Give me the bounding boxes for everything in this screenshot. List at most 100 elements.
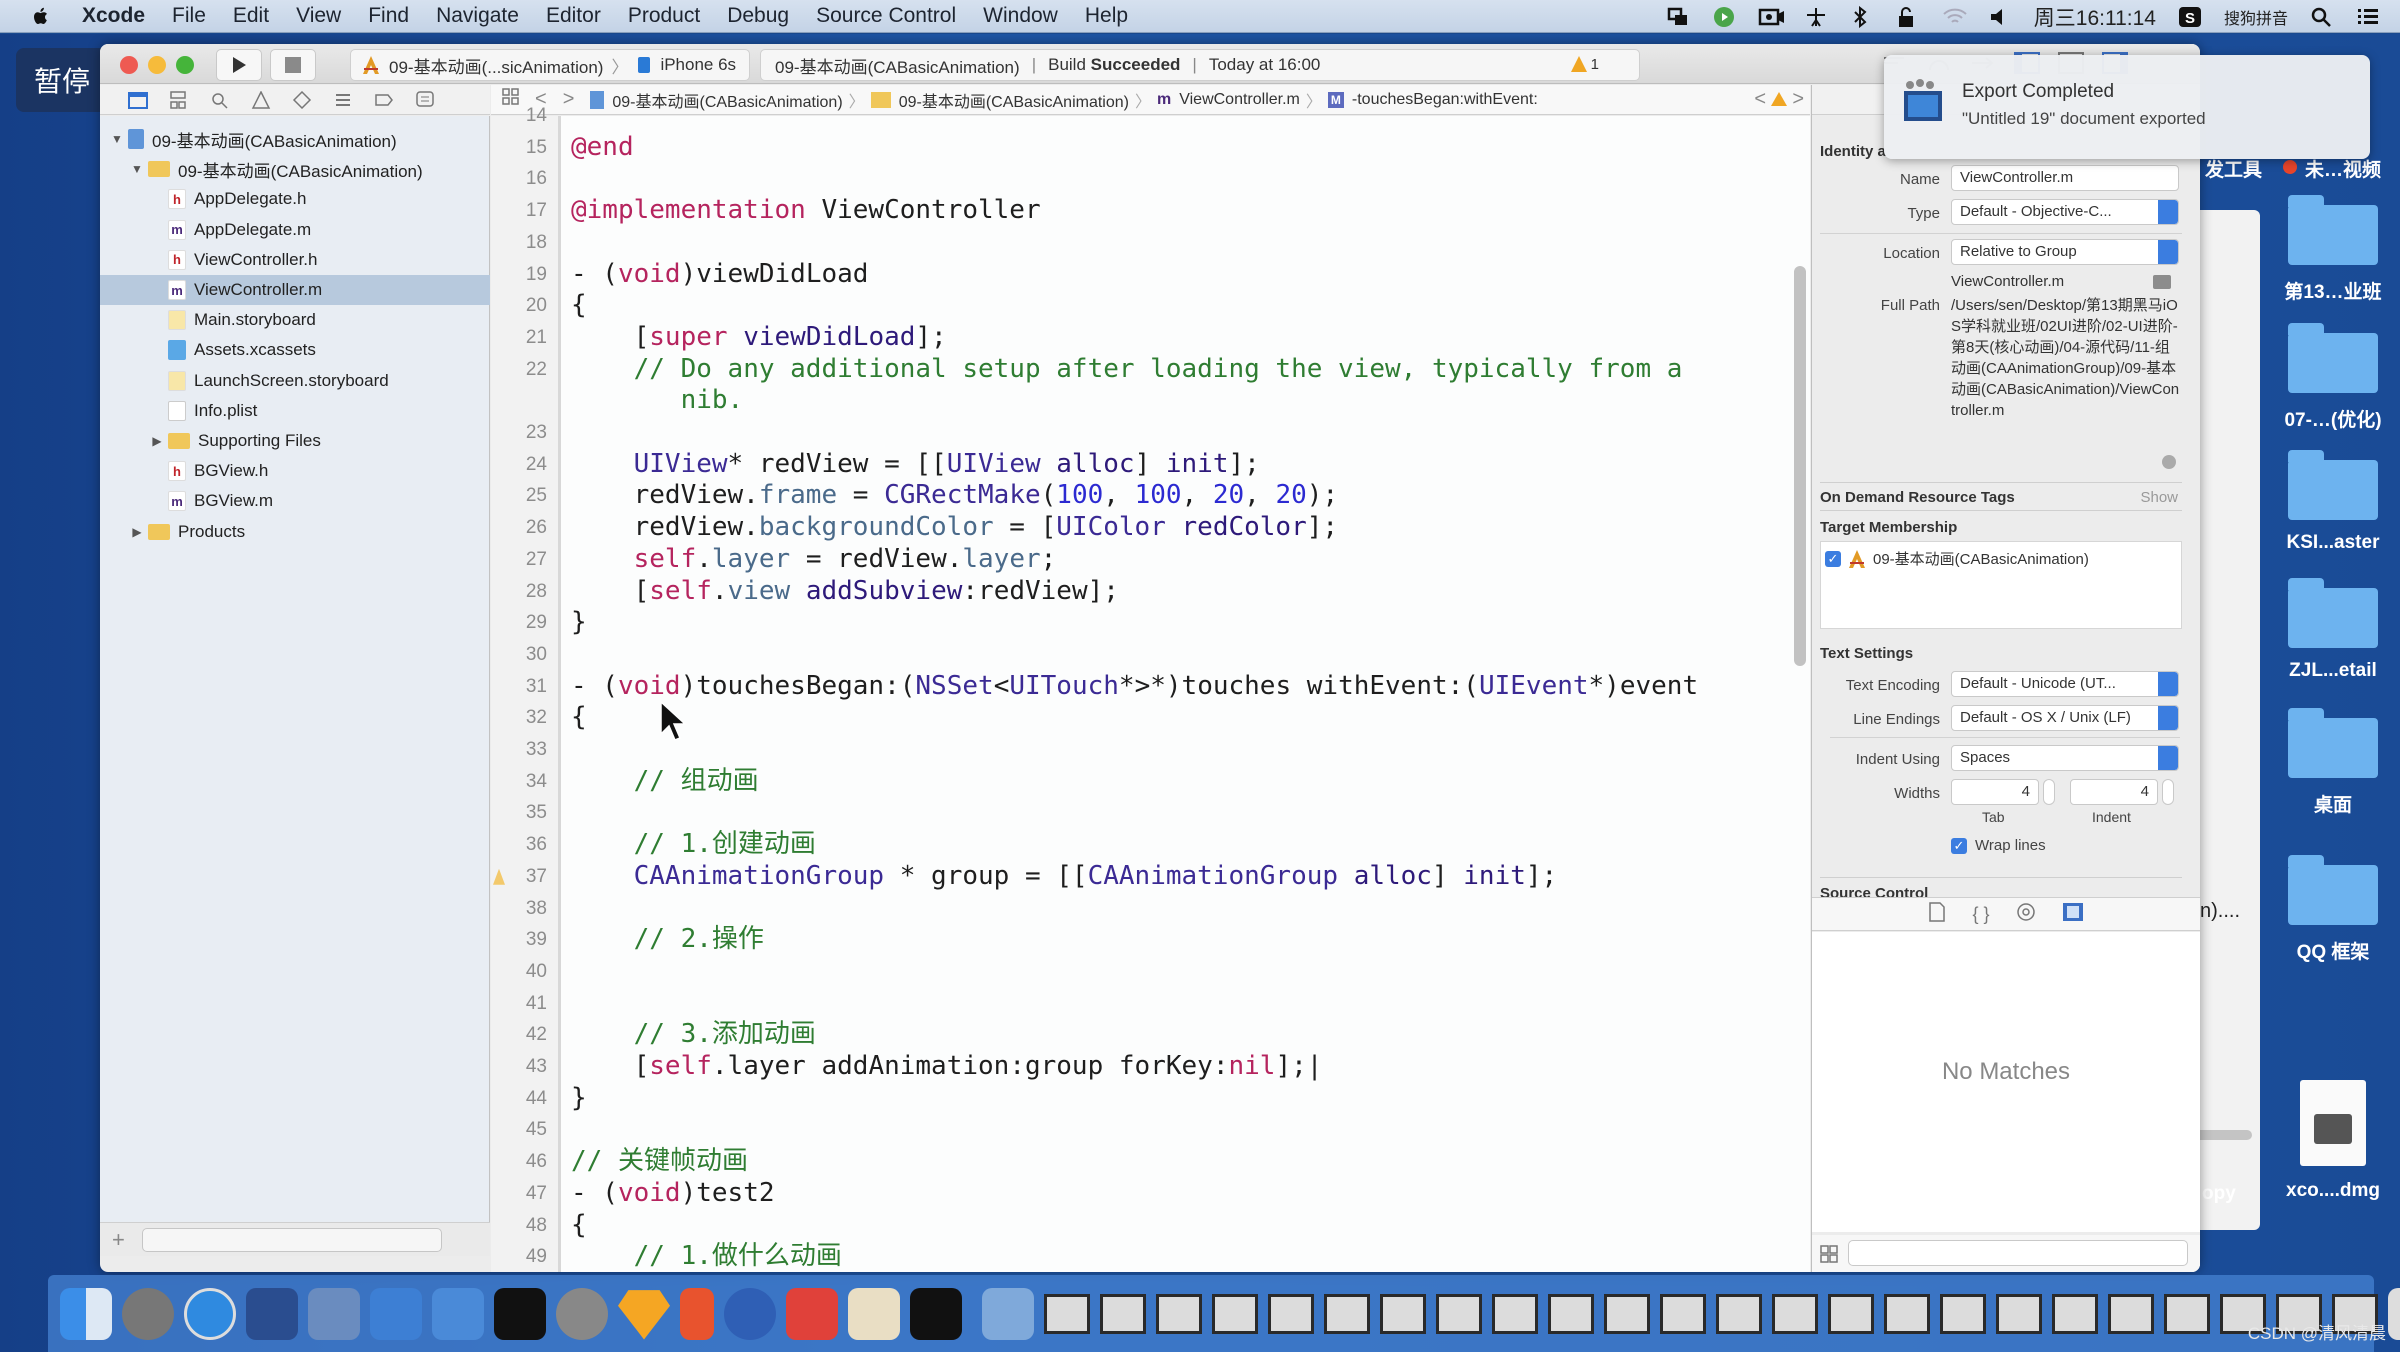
minimized-window[interactable] — [1212, 1293, 1258, 1334]
minimized-window[interactable] — [2052, 1293, 2098, 1334]
type-select[interactable]: Default - Objective-C... — [1951, 199, 2179, 225]
menu-view[interactable]: View — [296, 4, 341, 28]
minimized-window[interactable] — [1324, 1293, 1370, 1334]
add-file-button[interactable]: + — [112, 1227, 125, 1253]
code-line[interactable]: - (void)test2 — [571, 1178, 775, 1209]
menu-file[interactable]: File — [172, 4, 206, 28]
project-navigator-icon[interactable] — [128, 91, 148, 109]
minimized-window[interactable] — [2164, 1293, 2210, 1334]
forward-button[interactable]: > — [563, 88, 575, 111]
safari-icon[interactable] — [184, 1287, 236, 1340]
navigator-item[interactable]: h AppDelegate.h — [100, 184, 490, 214]
code-line[interactable]: @implementation ViewController — [571, 195, 1041, 226]
menu-help[interactable]: Help — [1085, 4, 1128, 28]
editor-scrollbar[interactable] — [1794, 266, 1806, 666]
sync-app-icon[interactable] — [786, 1287, 838, 1340]
find-navigator-icon[interactable] — [210, 91, 230, 109]
reveal-in-finder-icon[interactable] — [2162, 455, 2176, 469]
test-navigator-icon[interactable] — [292, 90, 312, 109]
code-line[interactable]: redView.frame = CGRectMake(100, 100, 20,… — [571, 480, 1339, 511]
notification-center-icon[interactable] — [2356, 6, 2380, 28]
code-line[interactable]: redView.backgroundColor = [UIColor redCo… — [571, 512, 1338, 543]
object-library-icon[interactable] — [2016, 902, 2036, 926]
menu-navigate[interactable]: Navigate — [436, 4, 519, 28]
breadcrumb-group[interactable]: 09-基本动画(CABasicAnimation) — [899, 88, 1129, 112]
code-line[interactable]: [self.view addSubview:redView]; — [571, 576, 1119, 607]
clock[interactable]: 周三16:11:14 — [2034, 2, 2156, 32]
minimized-window[interactable] — [1268, 1293, 1314, 1334]
navigator-item[interactable]: ▶ Products — [100, 517, 490, 547]
code-snippet-library-icon[interactable]: { } — [1972, 904, 1989, 925]
pause-overlay-button[interactable]: 暂停 — [16, 48, 108, 112]
indent-width-field[interactable]: 4 — [2070, 779, 2158, 805]
previous-issue-button[interactable]: < — [1754, 88, 1766, 111]
navigator-item[interactable]: m BGView.m — [100, 486, 490, 516]
desktop-folder-2[interactable]: 07-…(优化) — [2283, 323, 2383, 432]
navigator-item[interactable]: ▶ Supporting Files — [100, 426, 490, 456]
scheme-selector[interactable]: 09-基本动画(...sicAnimation) 〉 iPhone 6s — [350, 49, 750, 81]
xcode-icon[interactable] — [370, 1287, 422, 1340]
minimized-window[interactable] — [1828, 1293, 1874, 1334]
network-tool-icon[interactable] — [1804, 6, 1828, 28]
navigator-item[interactable]: Info.plist — [100, 396, 490, 426]
code-line[interactable]: // Do any additional setup after loading… — [571, 354, 1683, 385]
menu-editor[interactable]: Editor — [546, 4, 601, 28]
code-line[interactable]: - (void)touchesBegan:(NSSet<UITouch*>*)t… — [571, 671, 1698, 702]
navigator-item[interactable]: LaunchScreen.storyboard — [100, 366, 490, 396]
screen-mirror-icon[interactable] — [1666, 6, 1690, 28]
disclosure-expanded-icon[interactable]: ▼ — [110, 132, 124, 146]
menu-edit[interactable]: Edit — [233, 4, 269, 28]
code-line[interactable]: nib. — [571, 385, 744, 416]
wrap-lines-checkbox[interactable]: ✓ Wrap lines — [1951, 837, 2046, 854]
wifi-icon[interactable] — [1942, 6, 1967, 28]
disclosure-expanded-icon[interactable]: ▼ — [130, 162, 144, 176]
indent-using-select[interactable]: Spaces — [1951, 745, 2179, 771]
system-preferences-icon[interactable] — [556, 1287, 608, 1340]
breakpoint-navigator-icon[interactable] — [374, 91, 394, 109]
minimized-window[interactable] — [1940, 1293, 1986, 1334]
minimized-window[interactable] — [1044, 1293, 1090, 1334]
disclosure-collapsed-icon[interactable]: ▶ — [150, 434, 164, 448]
menu-source-control[interactable]: Source Control — [816, 4, 956, 28]
name-field[interactable]: ViewController.m — [1951, 165, 2179, 191]
screen-record-icon[interactable] — [1758, 6, 1784, 28]
minimized-window[interactable] — [1436, 1293, 1482, 1334]
code-line[interactable]: [self.layer addAnimation:group forKey:ni… — [571, 1051, 1323, 1082]
minimized-window[interactable] — [1604, 1293, 1650, 1334]
stop-button[interactable] — [270, 49, 316, 81]
volume-icon[interactable] — [1988, 6, 2012, 28]
warning-indicator[interactable]: 1 — [1570, 55, 1599, 73]
simulator-icon[interactable] — [432, 1287, 484, 1340]
terminal-icon[interactable] — [494, 1287, 546, 1340]
apple-menu-icon[interactable] — [30, 5, 52, 27]
code-line[interactable]: // 2.操作 — [571, 924, 764, 955]
odr-show-button[interactable]: Show — [2140, 489, 2178, 506]
trash-icon[interactable] — [2388, 1287, 2400, 1340]
minimized-window[interactable] — [1716, 1293, 1762, 1334]
minimized-window[interactable] — [1884, 1293, 1930, 1334]
desktop-dmg-file[interactable]: xco....dmg — [2283, 1080, 2383, 1202]
code-line[interactable]: self.layer = redView.layer; — [571, 544, 1057, 575]
navigator-item[interactable]: ▼ 09-基本动画(CABasicAnimation) — [100, 124, 490, 154]
next-issue-button[interactable]: > — [1792, 88, 1804, 111]
debug-navigator-icon[interactable] — [333, 91, 353, 109]
menu-window[interactable]: Window — [983, 4, 1058, 28]
navigator-item[interactable]: h BGView.h — [100, 456, 490, 486]
code-line[interactable]: // 1.创建动画 — [571, 829, 816, 860]
mouse-app-icon[interactable] — [246, 1287, 298, 1340]
close-window-button[interactable] — [120, 56, 138, 74]
code-line[interactable]: // 3.添加动画 — [571, 1019, 816, 1050]
minimized-window[interactable] — [1156, 1293, 1202, 1334]
breadcrumb-project[interactable]: 09-基本动画(CABasicAnimation) — [612, 88, 842, 112]
lock-icon[interactable] — [1896, 6, 1920, 28]
code-line[interactable]: // 1.做什么动画 — [571, 1241, 842, 1272]
code-line[interactable]: CAAnimationGroup * group = [[CAAnimation… — [571, 861, 1558, 892]
navigator-item[interactable]: Assets.xcassets — [100, 335, 490, 365]
zoom-window-button[interactable] — [176, 56, 194, 74]
desktop-folder-3[interactable]: KSI...aster — [2283, 450, 2383, 554]
issue-navigator-icon[interactable] — [251, 89, 271, 109]
text-encoding-select[interactable]: Default - Unicode (UT... — [1951, 671, 2179, 697]
desktop-top-label-1[interactable]: 发工具 — [2205, 155, 2262, 182]
minimized-window[interactable] — [1772, 1293, 1818, 1334]
run-button[interactable] — [216, 49, 262, 81]
